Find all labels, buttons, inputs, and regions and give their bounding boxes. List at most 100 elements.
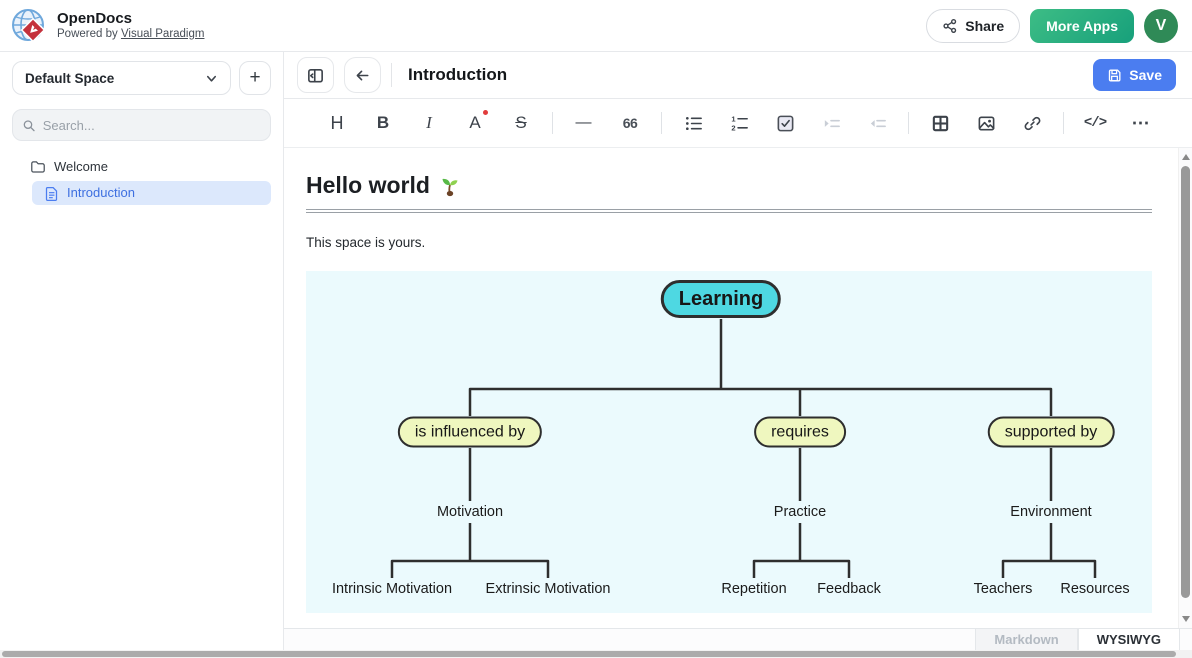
sidebar-panel-icon (306, 66, 325, 85)
add-space-button[interactable]: + (239, 61, 271, 95)
toolbar-divider (908, 112, 909, 134)
sidebar-item-introduction[interactable]: Introduction (32, 181, 271, 205)
space-selector[interactable]: Default Space (12, 61, 231, 95)
ordered-list-button[interactable]: 1 2 (716, 107, 762, 139)
diagram-node-leaf[interactable]: Repetition (721, 581, 786, 597)
task-list-button[interactable] (762, 107, 808, 139)
sidebar: Default Space + Welcome (0, 52, 284, 658)
folder-icon (30, 159, 46, 175)
diagram-node-relation[interactable]: is influenced by (398, 417, 542, 448)
code-button[interactable]: </> (1072, 107, 1118, 139)
seedling-emoji (438, 174, 462, 198)
svg-text:1: 1 (731, 114, 736, 123)
diagram-node-concept[interactable]: Practice (774, 504, 826, 520)
bullet-list-icon (684, 114, 703, 133)
app-logo-icon (10, 7, 48, 45)
more-options-button[interactable]: ⋯ (1118, 107, 1164, 139)
share-label: Share (965, 18, 1004, 34)
toolbar-divider (552, 112, 553, 134)
diagram-node-leaf[interactable]: Intrinsic Motivation (332, 581, 452, 597)
link-icon (1023, 114, 1042, 133)
brand: OpenDocs Powered by Visual Paradigm (10, 7, 204, 45)
table-button[interactable] (917, 107, 963, 139)
tree-item-label: Introduction (67, 181, 135, 205)
heading-button[interactable]: H (314, 107, 360, 139)
svg-text:2: 2 (731, 123, 735, 132)
indent-icon (822, 114, 841, 133)
back-button[interactable] (344, 57, 381, 93)
search-input[interactable] (43, 118, 261, 133)
image-button[interactable] (963, 107, 1009, 139)
tree-item-label: Welcome (54, 155, 108, 179)
toolbar-divider (1063, 112, 1064, 134)
scroll-up-arrow-icon[interactable] (1182, 154, 1190, 160)
document-icon (44, 186, 59, 201)
text-color-icon: A (469, 113, 480, 133)
app-title: OpenDocs (57, 10, 204, 27)
horizontal-rule-button[interactable]: — (561, 107, 607, 139)
diagram-node-relation[interactable]: supported by (988, 417, 1115, 448)
save-label: Save (1129, 67, 1162, 83)
vertical-scrollbar[interactable] (1178, 148, 1192, 628)
document-heading: Hello world (306, 172, 1152, 199)
link-button[interactable] (1009, 107, 1055, 139)
document-header: Introduction Save (284, 52, 1192, 99)
document-paragraph: This space is yours. (306, 235, 1178, 250)
chevron-down-icon (205, 72, 218, 85)
heading-text: Hello world (306, 172, 430, 199)
horizontal-scrollbar[interactable] (0, 650, 1192, 658)
strikethrough-button[interactable]: S (498, 107, 544, 139)
app-subtitle: Powered by Visual Paradigm (57, 27, 204, 41)
save-icon (1107, 68, 1122, 83)
toolbar-divider (661, 112, 662, 134)
diagram-node-concept[interactable]: Motivation (437, 504, 503, 520)
text-color-button[interactable]: A (452, 107, 498, 139)
sidebar-item-welcome[interactable]: Welcome (12, 155, 271, 179)
more-apps-button[interactable]: More Apps (1030, 9, 1134, 43)
share-button[interactable]: Share (926, 9, 1020, 43)
italic-button[interactable]: I (406, 107, 452, 139)
back-arrow-icon (354, 67, 371, 84)
search-icon (22, 118, 36, 133)
main-panel: Introduction Save H B I A S — 66 (284, 52, 1192, 658)
image-icon (977, 114, 996, 133)
toggle-sidebar-button[interactable] (297, 57, 334, 93)
table-icon (931, 114, 950, 133)
diagram-node-root[interactable]: Learning (661, 280, 781, 318)
page-tree: Welcome Introduction (0, 141, 283, 205)
vertical-scrollbar-thumb[interactable] (1181, 166, 1190, 598)
visual-paradigm-link[interactable]: Visual Paradigm (121, 28, 205, 40)
save-button[interactable]: Save (1093, 59, 1176, 91)
diagram-node-concept[interactable]: Environment (1010, 504, 1091, 520)
bullet-list-button[interactable] (670, 107, 716, 139)
header-divider (391, 63, 392, 87)
user-avatar[interactable]: V (1144, 9, 1178, 43)
indent-button[interactable] (808, 107, 854, 139)
diagram-node-leaf[interactable]: Teachers (974, 581, 1033, 597)
editor-mode-bar: Markdown WYSIWYG (284, 628, 1192, 650)
formatting-toolbar: H B I A S — 66 1 2 (284, 99, 1192, 148)
heading-rule (306, 209, 1152, 213)
diagram-node-leaf[interactable]: Feedback (817, 581, 881, 597)
blockquote-button[interactable]: 66 (607, 107, 653, 139)
editor-canvas[interactable]: Hello world This space is yours. (284, 148, 1178, 628)
tab-wysiwyg[interactable]: WYSIWYG (1078, 629, 1180, 651)
diagram-node-leaf[interactable]: Extrinsic Motivation (486, 581, 611, 597)
bold-button[interactable]: B (360, 107, 406, 139)
share-icon (942, 18, 958, 34)
concept-map-diagram[interactable]: Learning is influenced by requires suppo… (306, 271, 1152, 613)
scroll-down-arrow-icon[interactable] (1182, 616, 1190, 622)
search-box[interactable] (12, 109, 271, 141)
top-app-bar: OpenDocs Powered by Visual Paradigm Shar… (0, 0, 1192, 52)
space-selector-value: Default Space (25, 71, 114, 86)
ordered-list-icon: 1 2 (730, 114, 749, 133)
task-list-icon (776, 114, 795, 133)
page-title: Introduction (408, 65, 1083, 85)
outdent-button[interactable] (854, 107, 900, 139)
diagram-node-leaf[interactable]: Resources (1060, 581, 1129, 597)
horizontal-scrollbar-thumb[interactable] (2, 651, 1176, 657)
diagram-node-relation[interactable]: requires (754, 417, 846, 448)
tab-markdown[interactable]: Markdown (975, 629, 1077, 651)
outdent-icon (868, 114, 887, 133)
powered-by-text: Powered by (57, 28, 118, 40)
